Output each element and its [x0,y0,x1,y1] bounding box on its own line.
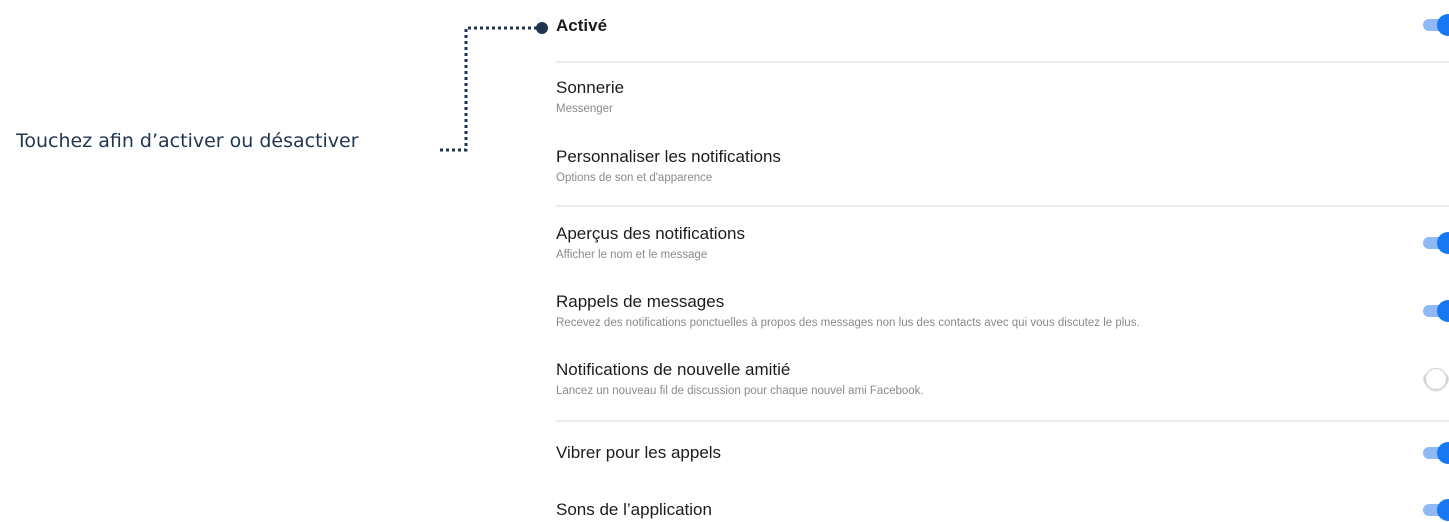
setting-title: Aperçus des notifications [556,224,745,243]
setting-title: Notifications de nouvelle amitié [556,360,791,379]
setting-notification-previews[interactable]: Aperçus des notifications Afficher le no… [556,224,1449,263]
divider [556,61,1449,63]
setting-subtitle: Lancez un nouveau fil de discussion pour… [556,385,924,397]
callout-dot [536,22,548,34]
setting-message-reminders[interactable]: Rappels de messages Recevez des notifica… [556,292,1449,331]
setting-title: Sons de l’application [556,500,712,519]
divider [556,420,1449,422]
setting-ringtone[interactable]: Sonnerie Messenger [556,78,1449,117]
setting-active[interactable]: Activé [556,14,1449,36]
setting-title: Activé [556,16,608,35]
message-reminders-toggle[interactable] [1421,300,1449,322]
setting-title: Personnaliser les notifications [556,147,781,166]
setting-subtitle: Messenger [556,103,613,115]
setting-vibrate-calls[interactable]: Vibrer pour les appels [556,442,1449,464]
notification-settings-list: Activé Sonnerie Messenger Personnaliser … [556,0,1449,522]
setting-new-friend-notifications[interactable]: Notifications de nouvelle amitié Lancez … [556,360,1449,399]
app-sounds-toggle[interactable] [1421,499,1449,521]
setting-app-sounds[interactable]: Sons de l’application [556,499,1449,521]
notification-previews-toggle[interactable] [1421,232,1449,254]
divider [556,205,1449,207]
active-toggle[interactable] [1421,14,1449,36]
vibrate-calls-toggle[interactable] [1421,442,1449,464]
new-friend-toggle[interactable] [1421,368,1449,390]
setting-subtitle: Recevez des notifications ponctuelles à … [556,317,1140,329]
callout-connector [440,22,548,152]
setting-customize-notifications[interactable]: Personnaliser les notifications Options … [556,147,1449,186]
setting-subtitle: Afficher le nom et le message [556,249,708,261]
setting-title: Vibrer pour les appels [556,443,722,462]
setting-subtitle: Options de son et d'apparence [556,172,713,184]
setting-title: Sonnerie [556,78,625,97]
setting-title: Rappels de messages [556,292,725,311]
